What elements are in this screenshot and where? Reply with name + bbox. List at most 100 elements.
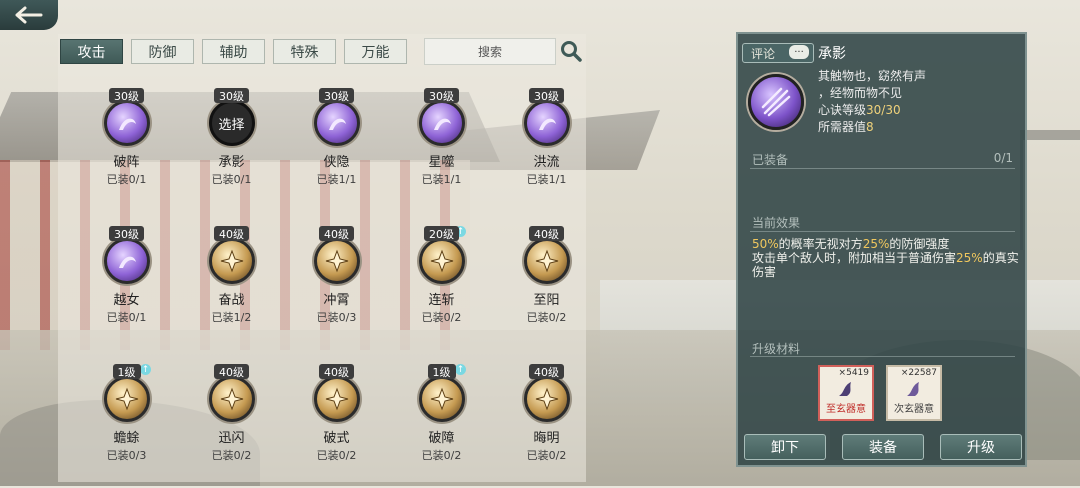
upgrade-button[interactable]: 升级: [940, 434, 1022, 460]
divider: [750, 231, 1015, 232]
skill-cell[interactable]: 40级 至阳 已装0/2: [494, 226, 599, 350]
description-line-1: 其触物也，窈然有声: [818, 69, 927, 83]
search-icon[interactable]: [560, 40, 582, 62]
equipped-status: 已装0/2: [421, 449, 462, 462]
equipped-status: 已装0/1: [211, 173, 252, 186]
equipped-status: 已装1/2: [211, 311, 252, 324]
tab-special[interactable]: 特殊: [273, 39, 336, 64]
equip-button[interactable]: 装备: [842, 434, 924, 460]
equipped-status: 已装0/2: [526, 449, 567, 462]
equipped-status: 已装0/2: [421, 311, 462, 324]
upgrade-arrow-icon: ↑: [140, 364, 151, 375]
equipped-status: 已装0/3: [316, 311, 357, 324]
skill-cell[interactable]: 30级 侠隐 已装1/1: [284, 88, 389, 212]
skill-cell[interactable]: 30级 破阵 已装0/1: [74, 88, 179, 212]
search-input[interactable]: 搜索: [424, 38, 556, 65]
skill-grid: 30级 破阵 已装0/1 30级 选择 承影 已装0/1 30级 侠隐 已装1/1 30级 星噬 已装1…: [74, 88, 570, 488]
star-icon[interactable]: [418, 100, 465, 146]
skill-name: 承影: [218, 155, 245, 170]
level-badge: 40级: [319, 226, 354, 241]
skill-cell[interactable]: 1级 ↑ 蟾蜍 已装0/3: [74, 364, 179, 488]
category-tabs: 攻击 防御 辅助 特殊 万能: [60, 39, 407, 64]
skill-cell[interactable]: 40级 破式 已装0/2: [284, 364, 389, 488]
equipped-status: 已装0/3: [106, 449, 147, 462]
back-button[interactable]: [0, 0, 58, 30]
equipped-status: 已装1/1: [526, 173, 567, 186]
effect-label: 当前效果: [752, 216, 801, 230]
skill-title: 承影: [818, 46, 846, 62]
tab-attack[interactable]: 攻击: [60, 39, 123, 64]
unequip-button[interactable]: 卸下: [744, 434, 826, 460]
level-badge: 30级: [424, 88, 459, 103]
level-badge: 40级: [529, 364, 564, 379]
skill-cell[interactable]: 20级 ↑ 连斩 已装0/2: [389, 226, 494, 350]
skill-glyph-icon: [430, 249, 453, 273]
level-badge: 30级: [529, 88, 564, 103]
equipped-status: 已装0/2: [211, 449, 252, 462]
toad-icon[interactable]: [103, 376, 150, 422]
cost-requirement: 所需器值8: [818, 120, 874, 134]
skill-cell[interactable]: 40级晦明已装0/2: [494, 364, 599, 488]
level-badge: 40级: [529, 226, 564, 241]
wave-icon[interactable]: [523, 100, 570, 146]
select-icon[interactable]: 选择: [208, 100, 255, 146]
skill-cell[interactable]: 40级 迅闪 已装0/2: [179, 364, 284, 488]
skill-cell[interactable]: 40级 奋战 已装1/2: [179, 226, 284, 350]
skill-glyph-icon: [325, 249, 348, 273]
comment-button[interactable]: 评论 ···: [742, 43, 814, 63]
skill-glyph-icon: [220, 249, 243, 273]
skill-name: 连斩: [428, 293, 455, 308]
tab-universal[interactable]: 万能: [344, 39, 407, 64]
level-badge: 30级: [109, 226, 144, 241]
material-item-zhixuan[interactable]: ×5419 至玄器意: [818, 365, 874, 421]
skill-glyph-icon: [535, 387, 558, 411]
level-badge: 20级: [424, 226, 459, 241]
swirl-icon[interactable]: [313, 238, 360, 284]
sun-icon[interactable]: [523, 238, 570, 284]
skill-glyph-icon: [118, 118, 136, 130]
fist-icon[interactable]: [208, 238, 255, 284]
skill-name: 洪流: [533, 155, 560, 170]
skill-name: 星噬: [428, 155, 455, 170]
blade-icon: [761, 87, 791, 117]
skill-glyph-icon: [115, 387, 138, 411]
level-badge: 30级: [214, 88, 249, 103]
crescent-icon[interactable]: [103, 238, 150, 284]
skill-cell[interactable]: 1级 ↑ 破障 已装0/2: [389, 364, 494, 488]
skill-list-panel: 攻击 防御 辅助 特殊 万能 搜索 30级 破阵 已装0/1 30级 选择 承影 已装0/1…: [58, 34, 586, 482]
tab-defense[interactable]: 防御: [131, 39, 194, 64]
fist-icon[interactable]: [418, 376, 465, 422]
skill-name: 冲霄: [323, 293, 350, 308]
ink-swirl-icon: [839, 382, 851, 396]
equipped-status: 已装1/1: [316, 173, 357, 186]
skill-glyph-icon: [118, 256, 136, 268]
vortex-icon[interactable]: [103, 100, 150, 146]
slash-icon[interactable]: [418, 238, 465, 284]
skill-cell[interactable]: 30级 星噬 已装1/1: [389, 88, 494, 212]
skill-name: 至阳: [533, 293, 560, 308]
equipped-count: 0/1: [993, 151, 1013, 165]
skill-glyph-icon: [433, 118, 451, 130]
tab-support[interactable]: 辅助: [202, 39, 265, 64]
materials-label: 升级材料: [752, 342, 801, 356]
more-dots-icon: ···: [789, 45, 809, 59]
skill-cell[interactable]: 30级 越女 已装0/1: [74, 226, 179, 350]
skill-glyph-icon: [535, 249, 558, 273]
effect-text: 50%的概率无视对方25%的防御强度 攻击单个敌人时，附加相当于普通伤害25%的…: [752, 237, 1019, 279]
skill-name: 晦明: [533, 431, 560, 446]
skill-cell[interactable]: 30级洪流已装1/1: [494, 88, 599, 212]
material-item-cixuan[interactable]: ×22587 次玄器意: [886, 365, 942, 421]
skill-cell[interactable]: 40级冲霄已装0/3: [284, 226, 389, 350]
skill-glyph-icon: [328, 118, 346, 130]
divider: [750, 168, 1015, 169]
eye-icon[interactable]: [523, 376, 570, 422]
break-icon[interactable]: [313, 376, 360, 422]
skill-detail-panel: 评论 ··· 承影 其触物也，窈然有声 ，经物而物不见 心诀等级30/30 所需…: [736, 32, 1027, 467]
skill-cell[interactable]: 30级 选择承影已装0/1: [179, 88, 284, 212]
mist-icon[interactable]: [313, 100, 360, 146]
upgrade-arrow-icon: ↑: [455, 364, 466, 375]
skill-glyph-icon: [538, 118, 556, 130]
dash-icon[interactable]: [208, 376, 255, 422]
skill-glyph-icon: [430, 387, 453, 411]
distant-pavilion: [1020, 130, 1080, 250]
